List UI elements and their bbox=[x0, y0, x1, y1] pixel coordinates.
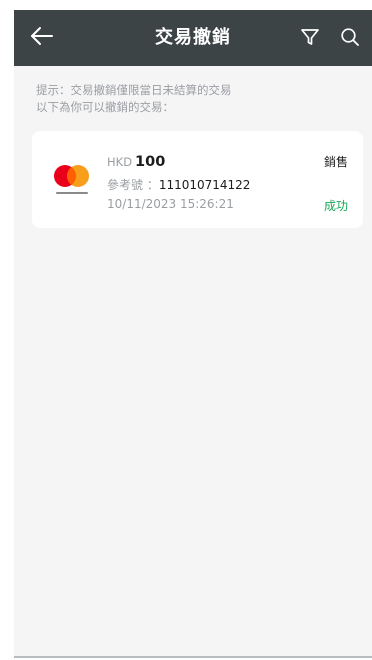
search-button[interactable] bbox=[337, 26, 363, 52]
hint-line-2: 以下為你可以撤銷的交易： bbox=[36, 100, 174, 114]
transaction-type: 銷售 bbox=[323, 155, 348, 169]
reference-label: 參考號 ： bbox=[107, 178, 159, 192]
page-title: 交易撤銷 bbox=[155, 27, 231, 48]
reference-number: 111010714122 bbox=[158, 178, 251, 192]
transaction-card[interactable]: HKD 100 參考號 ：111010714122 10/11/2023 15:2… bbox=[32, 131, 363, 228]
app-screen: 交易撤銷 提示：交易撤銷僅限當日未結算的交易 以下為你可以撤銷的交易： HKD … bbox=[14, 10, 372, 658]
hint-text: 提示：交易撤銷僅限當日未結算的交易 以下為你可以撤銷的交易： bbox=[36, 82, 232, 116]
amount-value: 100 bbox=[135, 154, 166, 170]
search-icon bbox=[340, 27, 360, 51]
hint-line-1: 提示：交易撤銷僅限當日未結算的交易 bbox=[36, 83, 232, 97]
top-bar: 交易撤銷 bbox=[14, 10, 372, 66]
amount-line: HKD 100 bbox=[107, 154, 165, 170]
reference-line: 參考號 ：111010714122 bbox=[107, 176, 250, 193]
status-badge: 成功 bbox=[323, 199, 348, 213]
currency-code: HKD bbox=[107, 155, 133, 169]
transaction-datetime: 10/11/2023 15:26:21 bbox=[107, 197, 234, 211]
back-button[interactable] bbox=[24, 24, 60, 52]
arrow-left-icon bbox=[30, 26, 54, 50]
filter-button[interactable] bbox=[297, 26, 323, 52]
filter-icon bbox=[300, 27, 320, 51]
bottom-divider bbox=[14, 656, 372, 658]
mastercard-logo-icon bbox=[50, 163, 94, 199]
